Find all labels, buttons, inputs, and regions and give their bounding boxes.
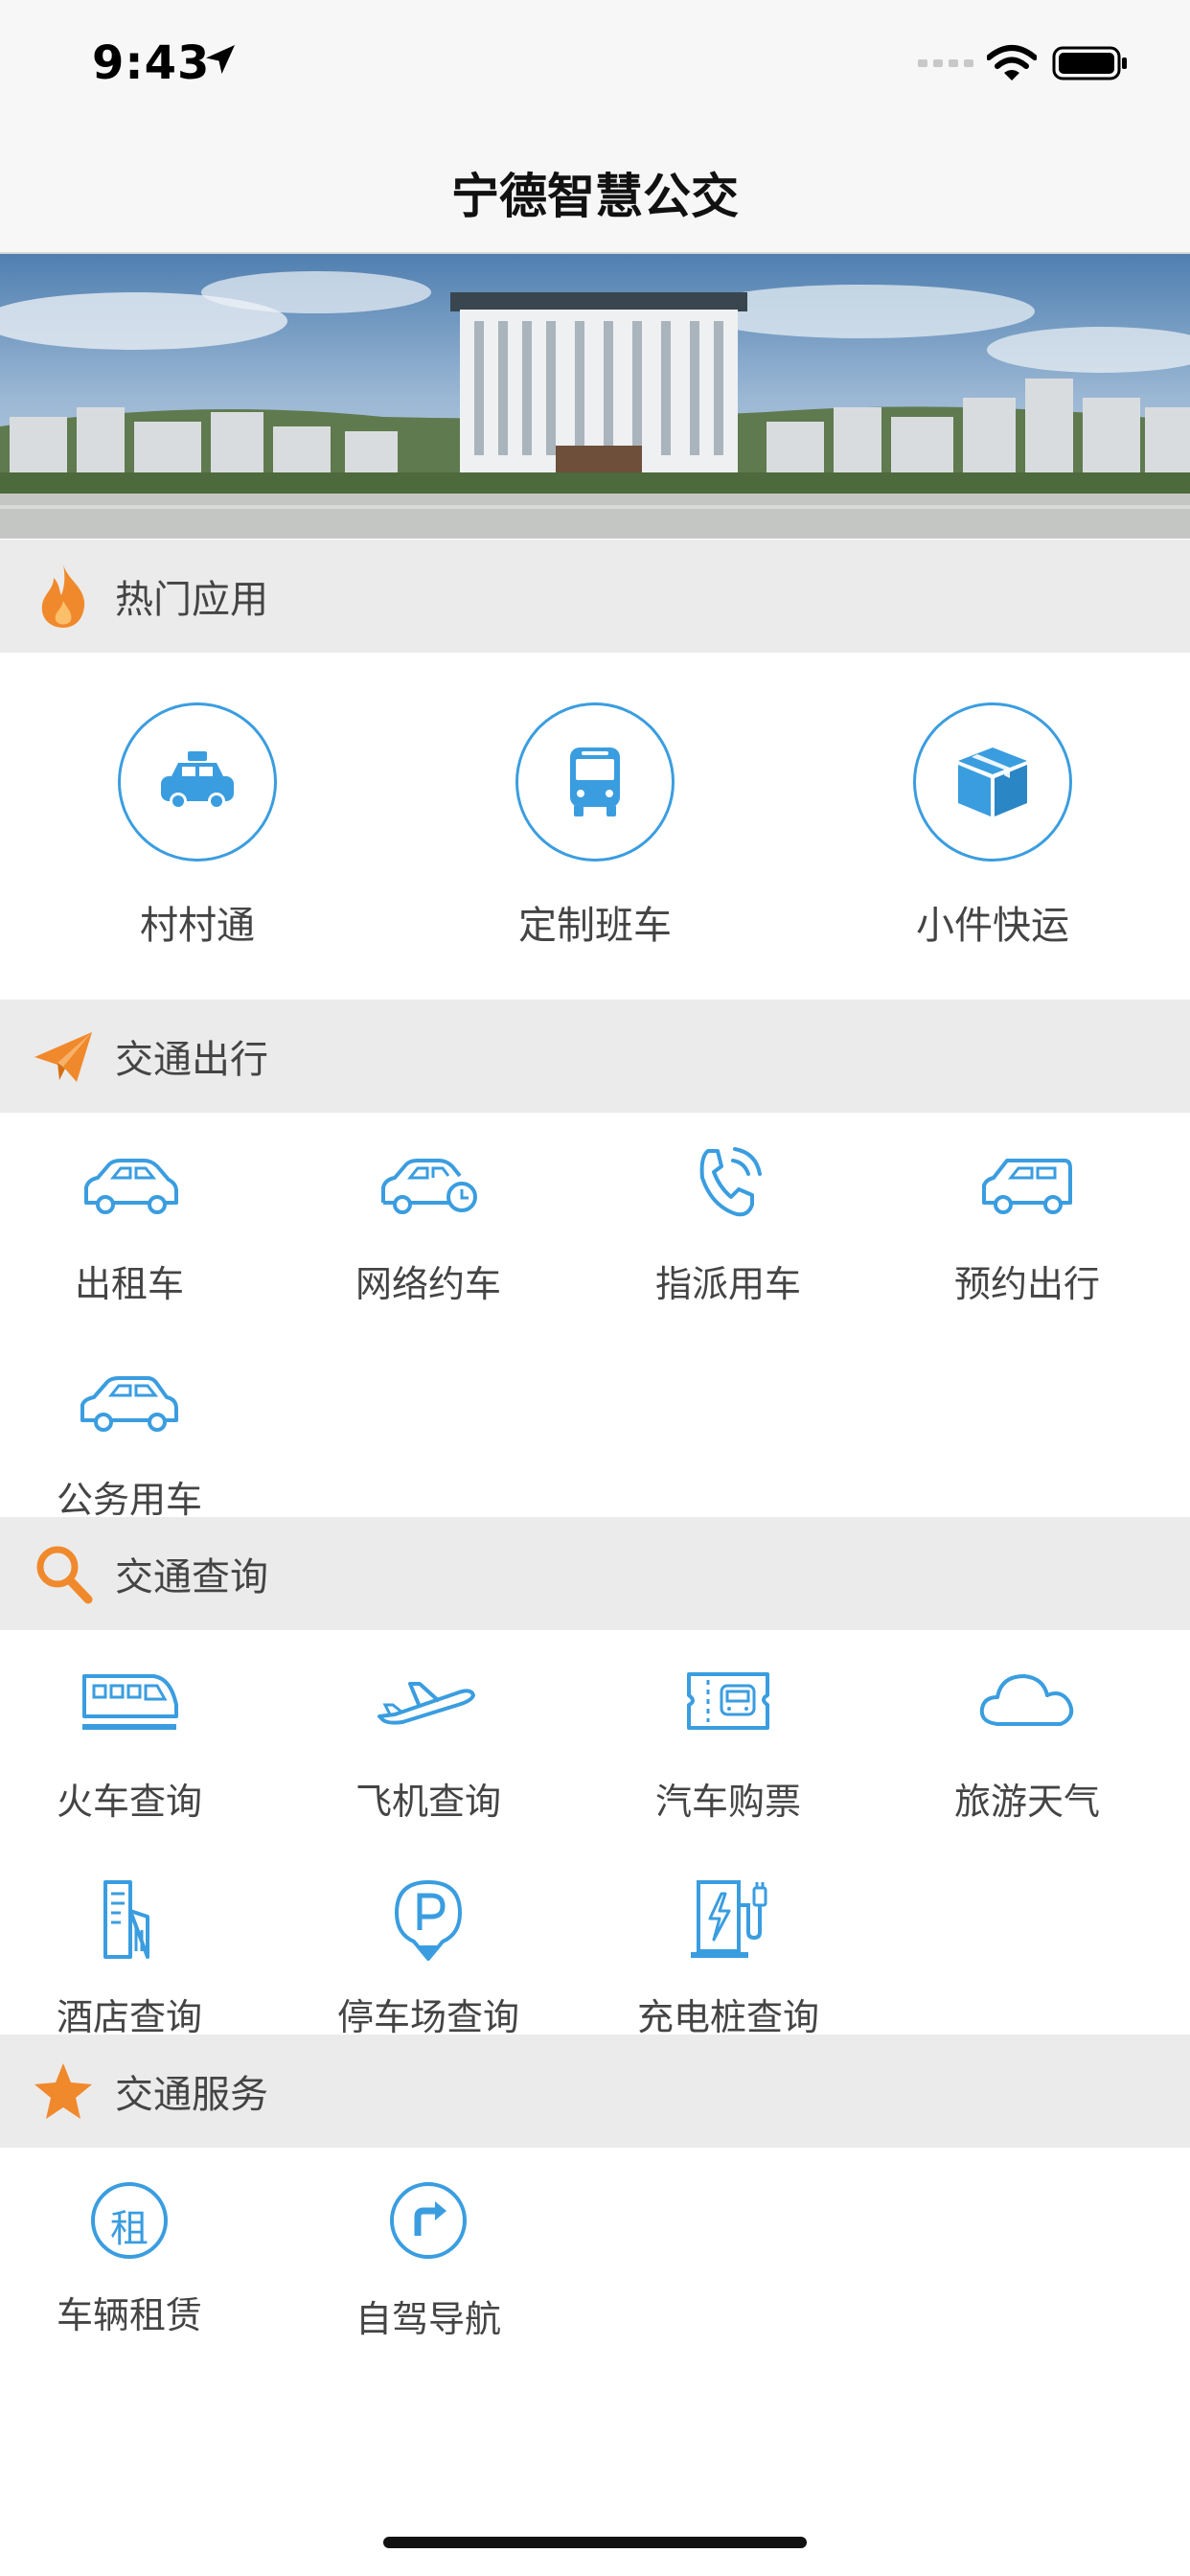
grid-item-label: 车辆租赁 bbox=[56, 2294, 202, 2336]
hot-item-cuncuntong[interactable]: 村村通 bbox=[82, 702, 312, 950]
travel-item-dispatch[interactable]: 指派用车 bbox=[599, 1143, 858, 1307]
banner-image[interactable] bbox=[0, 254, 1190, 539]
package-icon bbox=[958, 748, 1027, 816]
service-item-navigation[interactable]: 自驾导航 bbox=[299, 2178, 558, 2342]
section-title: 交通出行 bbox=[115, 1038, 268, 1082]
grid-item-label: 充电桩查询 bbox=[636, 1996, 819, 2038]
hot-item-label: 小件快运 bbox=[916, 904, 1069, 948]
travel-item-ride-hailing[interactable]: 网络约车 bbox=[299, 1143, 558, 1307]
train-icon bbox=[82, 1674, 178, 1730]
section-query: 交通查询 bbox=[0, 1517, 1190, 1630]
grid-item-label: 自驾导航 bbox=[355, 2298, 501, 2340]
hot-item-circle bbox=[913, 702, 1072, 862]
query-item-train[interactable]: 火车查询 bbox=[0, 1661, 259, 1825]
navigation-icon bbox=[390, 2182, 467, 2259]
hotel-icon bbox=[103, 1880, 149, 1959]
wifi-icon bbox=[987, 45, 1037, 80]
grid-item-label: 出租车 bbox=[74, 1263, 184, 1305]
query-item-parking[interactable]: 停车场查询 bbox=[299, 1876, 558, 2040]
phone-icon bbox=[699, 1147, 762, 1217]
grid-item-label: 汽车购票 bbox=[654, 1781, 801, 1823]
section-hot-apps: 热门应用 bbox=[0, 540, 1190, 653]
travel-item-official-car[interactable]: 公务用车 bbox=[0, 1359, 259, 1523]
bus-icon bbox=[570, 748, 620, 816]
signal-icon bbox=[918, 59, 973, 67]
section-service: 交通服务 bbox=[0, 2035, 1190, 2148]
query-item-bus-ticket[interactable]: 汽车购票 bbox=[599, 1661, 858, 1825]
query-item-charging[interactable]: 充电桩查询 bbox=[599, 1876, 858, 2040]
hot-item-small-parcel[interactable]: 小件快运 bbox=[878, 702, 1108, 950]
status-time: 9:43 bbox=[92, 36, 211, 90]
grid-item-label: 飞机查询 bbox=[355, 1781, 501, 1823]
fire-icon bbox=[41, 564, 85, 628]
grid-item-label: 公务用车 bbox=[56, 1479, 202, 1521]
hot-item-circle bbox=[515, 702, 675, 862]
nav-bar: 宁德智慧公交 bbox=[0, 129, 1190, 254]
battery-icon bbox=[1052, 46, 1127, 80]
star-icon bbox=[34, 2063, 92, 2119]
rent-icon: 租 bbox=[77, 2178, 182, 2263]
paper-plane-icon bbox=[34, 1032, 92, 1082]
hot-item-circle bbox=[118, 702, 277, 862]
grid-item-label: 停车场查询 bbox=[336, 1996, 519, 2038]
page-title: 宁德智慧公交 bbox=[451, 169, 739, 224]
hot-item-label: 定制班车 bbox=[518, 904, 672, 948]
section-title: 热门应用 bbox=[115, 578, 268, 622]
rent-glyph: 租 bbox=[110, 2207, 149, 2251]
service-item-car-rental[interactable]: 租 车辆租赁 bbox=[0, 2178, 259, 2338]
cloud-icon bbox=[979, 1674, 1074, 1726]
travel-item-taxi[interactable]: 出租车 bbox=[0, 1143, 259, 1307]
hot-item-custom-bus[interactable]: 定制班车 bbox=[480, 702, 710, 950]
search-icon bbox=[36, 1546, 93, 1604]
section-title: 交通查询 bbox=[115, 1555, 268, 1599]
government-building-image bbox=[0, 254, 1190, 539]
grid-item-label: 指派用车 bbox=[654, 1263, 801, 1305]
grid-item-label: 旅游天气 bbox=[953, 1781, 1100, 1823]
car-icon bbox=[84, 1159, 178, 1214]
query-item-weather[interactable]: 旅游天气 bbox=[898, 1661, 1156, 1825]
parking-icon bbox=[395, 1880, 462, 1961]
grid-item-label: 预约出行 bbox=[953, 1263, 1100, 1305]
charging-station-icon bbox=[691, 1880, 767, 1958]
grid-item-label: 火车查询 bbox=[56, 1781, 202, 1823]
home-indicator[interactable] bbox=[383, 2537, 807, 2548]
status-bar: 9:43 bbox=[0, 0, 1190, 129]
query-item-flight[interactable]: 飞机查询 bbox=[299, 1661, 558, 1825]
query-item-hotel[interactable]: 酒店查询 bbox=[0, 1876, 259, 2040]
section-title: 交通服务 bbox=[115, 2073, 268, 2117]
car-clock-icon bbox=[381, 1159, 477, 1214]
hot-item-label: 村村通 bbox=[140, 904, 255, 948]
taxi-icon bbox=[161, 751, 234, 810]
location-arrow-icon bbox=[206, 45, 235, 74]
airplane-icon bbox=[378, 1682, 475, 1725]
ticket-icon bbox=[687, 1672, 769, 1730]
travel-item-reservation[interactable]: 预约出行 bbox=[898, 1143, 1156, 1307]
van-icon bbox=[982, 1159, 1072, 1214]
car-icon bbox=[80, 1376, 178, 1432]
grid-item-label: 网络约车 bbox=[355, 1263, 501, 1305]
grid-item-label: 酒店查询 bbox=[56, 1996, 202, 2038]
section-travel: 交通出行 bbox=[0, 1000, 1190, 1113]
